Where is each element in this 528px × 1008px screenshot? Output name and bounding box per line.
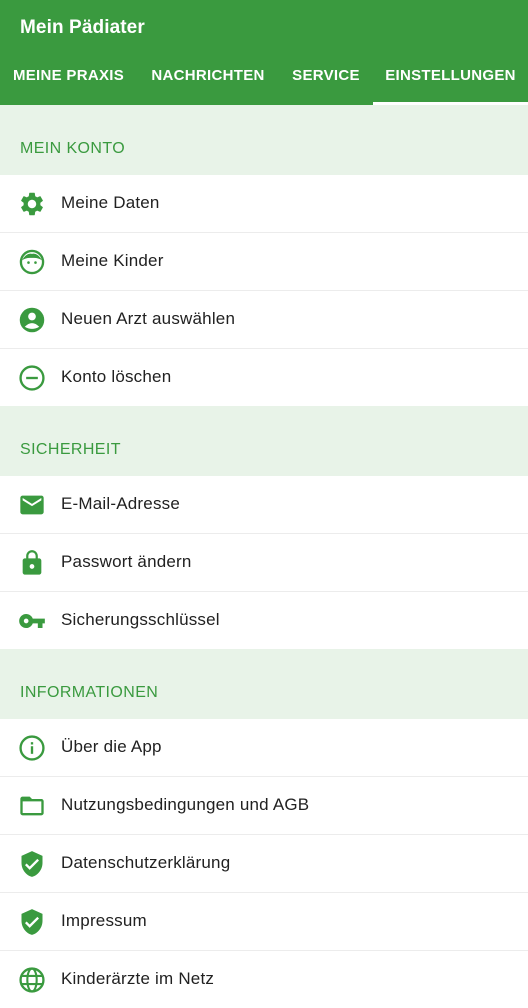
globe-icon [18,966,46,994]
key-icon [18,607,46,635]
shield-check-icon [18,850,46,878]
list-item-nutzungsbedingungen[interactable]: Nutzungsbedingungen und AGB [0,777,528,835]
list-item-impressum[interactable]: Impressum [0,893,528,951]
item-label: Datenschutzerklärung [61,853,231,872]
section-header-informationen: INFORMATIONEN [0,649,528,719]
section-title: SICHERHEIT [20,441,121,458]
section-title: MEIN KONTO [20,140,126,157]
tab-meine-praxis[interactable]: MEINE PRAXIS [0,57,137,105]
lock-icon [18,549,46,577]
item-label: Meine Daten [61,193,160,212]
item-label: Meine Kinder [61,251,164,270]
folder-icon [18,792,46,820]
item-label: Konto löschen [61,367,172,386]
child-face-icon [18,248,46,276]
item-label: E-Mail-Adresse [61,494,180,513]
remove-circle-icon [18,364,46,392]
list-item-sicherungsschluessel[interactable]: Sicherungsschlüssel [0,592,528,649]
tab-bar: MEINE PRAXIS NACHRICHTEN SERVICE EINSTEL… [0,57,528,105]
item-label: Über die App [61,737,162,756]
list-item-meine-daten[interactable]: Meine Daten [0,175,528,233]
list-item-ueber-die-app[interactable]: Über die App [0,719,528,777]
app-bar: Mein Pädiater MEINE PRAXIS NACHRICHTEN S… [0,0,528,105]
gear-icon [18,190,46,218]
account-circle-icon [18,306,46,334]
item-label: Impressum [61,911,147,930]
info-icon [18,734,46,762]
shield-check-icon [18,908,46,936]
list-item-kinderaerzte-im-netz[interactable]: Kinderärzte im Netz [0,951,528,1008]
section-header-sicherheit: SICHERHEIT [0,406,528,476]
tab-einstellungen[interactable]: EINSTELLUNGEN [373,57,528,105]
tab-nachrichten[interactable]: NACHRICHTEN [137,57,279,105]
list-item-passwort-aendern[interactable]: Passwort ändern [0,534,528,592]
tab-service[interactable]: SERVICE [279,57,373,105]
section-header-mein-konto: MEIN KONTO [0,105,528,175]
item-label: Nutzungsbedingungen und AGB [61,795,310,814]
list-item-konto-loeschen[interactable]: Konto löschen [0,349,528,406]
mail-icon [18,491,46,519]
section-title: INFORMATIONEN [20,684,159,701]
list-item-email-adresse[interactable]: E-Mail-Adresse [0,476,528,534]
item-label: Passwort ändern [61,552,192,571]
item-label: Kinderärzte im Netz [61,969,215,988]
list-item-datenschutzerklaerung[interactable]: Datenschutzerklärung [0,835,528,893]
app-title: Mein Pädiater [20,17,145,38]
list-item-meine-kinder[interactable]: Meine Kinder [0,233,528,291]
list-item-neuen-arzt-auswaehlen[interactable]: Neuen Arzt auswählen [0,291,528,349]
item-label: Neuen Arzt auswählen [61,309,236,328]
item-label: Sicherungsschlüssel [61,610,220,629]
